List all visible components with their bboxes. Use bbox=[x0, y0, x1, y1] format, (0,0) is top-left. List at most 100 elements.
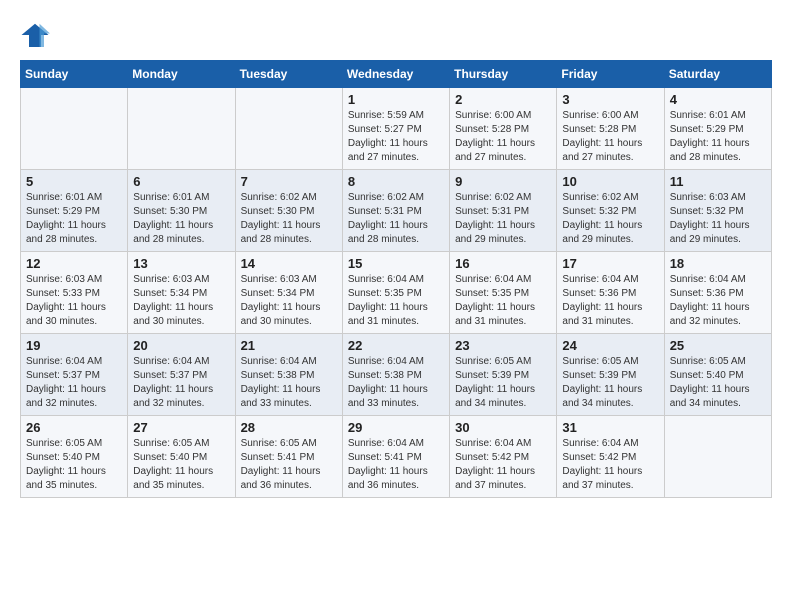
day-info: Sunrise: 6:02 AM Sunset: 5:31 PM Dayligh… bbox=[348, 191, 444, 247]
calendar-cell: 26Sunrise: 6:05 AM Sunset: 5:40 PM Dayli… bbox=[21, 416, 128, 498]
day-info: Sunrise: 6:03 AM Sunset: 5:34 PM Dayligh… bbox=[133, 273, 229, 329]
day-number: 20 bbox=[133, 338, 229, 353]
calendar-cell: 4 Sunrise: 6:01 AM Sunset: 5:29 PM Daylig… bbox=[664, 88, 771, 170]
day-number: 16 bbox=[455, 256, 551, 271]
day-number: 27 bbox=[133, 420, 229, 435]
calendar-cell: 15 Sunrise: 6:04 AM Sunset: 5:35 PM Dayli… bbox=[342, 252, 449, 334]
column-header-thursday: Thursday bbox=[450, 61, 557, 88]
day-number: 7 bbox=[241, 174, 337, 189]
calendar-cell: 17Sunrise: 6:04 AM Sunset: 5:36 PM Dayli… bbox=[557, 252, 664, 334]
day-number: 13 bbox=[133, 256, 229, 271]
calendar-cell: 9 Sunrise: 6:02 AM Sunset: 5:31 PM Daylig… bbox=[450, 170, 557, 252]
column-header-monday: Monday bbox=[128, 61, 235, 88]
column-header-tuesday: Tuesday bbox=[235, 61, 342, 88]
day-info: Sunrise: 6:01 AM Sunset: 5:29 PM Dayligh… bbox=[670, 109, 766, 165]
calendar-cell: 27Sunrise: 6:05 AM Sunset: 5:40 PM Dayli… bbox=[128, 416, 235, 498]
day-number: 11 bbox=[670, 174, 766, 189]
day-info: Sunrise: 6:03 AM Sunset: 5:32 PM Dayligh… bbox=[670, 191, 766, 247]
day-info: Sunrise: 6:04 AM Sunset: 5:42 PM Dayligh… bbox=[562, 437, 658, 493]
calendar-cell: 24 Sunrise: 6:05 AM Sunset: 5:39 PM Dayli… bbox=[557, 334, 664, 416]
calendar-cell: 22 Sunrise: 6:04 AM Sunset: 5:38 PM Dayli… bbox=[342, 334, 449, 416]
calendar-cell: 31 Sunrise: 6:04 AM Sunset: 5:42 PM Dayli… bbox=[557, 416, 664, 498]
calendar-cell: 18 Sunrise: 6:04 AM Sunset: 5:36 PM Dayli… bbox=[664, 252, 771, 334]
day-info: Sunrise: 6:04 AM Sunset: 5:37 PM Dayligh… bbox=[26, 355, 122, 411]
day-info: Sunrise: 6:04 AM Sunset: 5:36 PM Dayligh… bbox=[670, 273, 766, 329]
calendar-cell: 11 Sunrise: 6:03 AM Sunset: 5:32 PM Dayli… bbox=[664, 170, 771, 252]
day-info: Sunrise: 6:03 AM Sunset: 5:33 PM Dayligh… bbox=[26, 273, 122, 329]
week-row-5: 26Sunrise: 6:05 AM Sunset: 5:40 PM Dayli… bbox=[21, 416, 772, 498]
day-number: 18 bbox=[670, 256, 766, 271]
calendar-cell: 21 Sunrise: 6:04 AM Sunset: 5:38 PM Dayli… bbox=[235, 334, 342, 416]
day-number: 15 bbox=[348, 256, 444, 271]
day-number: 30 bbox=[455, 420, 551, 435]
day-info: Sunrise: 6:04 AM Sunset: 5:38 PM Dayligh… bbox=[241, 355, 337, 411]
day-number: 23 bbox=[455, 338, 551, 353]
day-info: Sunrise: 6:05 AM Sunset: 5:39 PM Dayligh… bbox=[455, 355, 551, 411]
day-number: 26 bbox=[26, 420, 122, 435]
calendar-cell bbox=[21, 88, 128, 170]
day-number: 9 bbox=[455, 174, 551, 189]
calendar-cell: 28 Sunrise: 6:05 AM Sunset: 5:41 PM Dayli… bbox=[235, 416, 342, 498]
day-info: Sunrise: 6:04 AM Sunset: 5:35 PM Dayligh… bbox=[455, 273, 551, 329]
column-header-wednesday: Wednesday bbox=[342, 61, 449, 88]
column-header-friday: Friday bbox=[557, 61, 664, 88]
day-number: 10 bbox=[562, 174, 658, 189]
logo bbox=[20, 20, 54, 50]
calendar-cell: 16 Sunrise: 6:04 AM Sunset: 5:35 PM Dayli… bbox=[450, 252, 557, 334]
column-header-saturday: Saturday bbox=[664, 61, 771, 88]
day-info: Sunrise: 6:02 AM Sunset: 5:31 PM Dayligh… bbox=[455, 191, 551, 247]
week-row-2: 5 Sunrise: 6:01 AM Sunset: 5:29 PM Daylig… bbox=[21, 170, 772, 252]
day-number: 22 bbox=[348, 338, 444, 353]
day-number: 5 bbox=[26, 174, 122, 189]
day-number: 2 bbox=[455, 92, 551, 107]
column-header-sunday: Sunday bbox=[21, 61, 128, 88]
calendar-cell: 19 Sunrise: 6:04 AM Sunset: 5:37 PM Dayli… bbox=[21, 334, 128, 416]
day-info: Sunrise: 6:01 AM Sunset: 5:29 PM Dayligh… bbox=[26, 191, 122, 247]
day-info: Sunrise: 6:04 AM Sunset: 5:35 PM Dayligh… bbox=[348, 273, 444, 329]
day-number: 31 bbox=[562, 420, 658, 435]
calendar-cell: 10 Sunrise: 6:02 AM Sunset: 5:32 PM Dayli… bbox=[557, 170, 664, 252]
day-info: Sunrise: 6:04 AM Sunset: 5:41 PM Dayligh… bbox=[348, 437, 444, 493]
calendar-cell: 25Sunrise: 6:05 AM Sunset: 5:40 PM Dayli… bbox=[664, 334, 771, 416]
calendar-header-row: SundayMondayTuesdayWednesdayThursdayFrid… bbox=[21, 61, 772, 88]
day-number: 4 bbox=[670, 92, 766, 107]
calendar-cell: 30 Sunrise: 6:04 AM Sunset: 5:42 PM Dayli… bbox=[450, 416, 557, 498]
calendar-table: SundayMondayTuesdayWednesdayThursdayFrid… bbox=[20, 60, 772, 498]
calendar-cell: 12 Sunrise: 6:03 AM Sunset: 5:33 PM Dayli… bbox=[21, 252, 128, 334]
day-number: 8 bbox=[348, 174, 444, 189]
day-info: Sunrise: 6:04 AM Sunset: 5:42 PM Dayligh… bbox=[455, 437, 551, 493]
day-info: Sunrise: 6:03 AM Sunset: 5:34 PM Dayligh… bbox=[241, 273, 337, 329]
calendar-cell bbox=[235, 88, 342, 170]
calendar-body: 1Sunrise: 5:59 AM Sunset: 5:27 PM Daylig… bbox=[21, 88, 772, 498]
day-info: Sunrise: 6:01 AM Sunset: 5:30 PM Dayligh… bbox=[133, 191, 229, 247]
calendar-cell: 6 Sunrise: 6:01 AM Sunset: 5:30 PM Daylig… bbox=[128, 170, 235, 252]
calendar-cell: 20 Sunrise: 6:04 AM Sunset: 5:37 PM Dayli… bbox=[128, 334, 235, 416]
day-info: Sunrise: 6:02 AM Sunset: 5:30 PM Dayligh… bbox=[241, 191, 337, 247]
day-info: Sunrise: 6:05 AM Sunset: 5:41 PM Dayligh… bbox=[241, 437, 337, 493]
day-number: 14 bbox=[241, 256, 337, 271]
day-info: Sunrise: 6:02 AM Sunset: 5:32 PM Dayligh… bbox=[562, 191, 658, 247]
day-number: 12 bbox=[26, 256, 122, 271]
day-number: 6 bbox=[133, 174, 229, 189]
day-number: 3 bbox=[562, 92, 658, 107]
day-info: Sunrise: 6:04 AM Sunset: 5:37 PM Dayligh… bbox=[133, 355, 229, 411]
calendar-cell: 3 Sunrise: 6:00 AM Sunset: 5:28 PM Daylig… bbox=[557, 88, 664, 170]
day-info: Sunrise: 6:04 AM Sunset: 5:38 PM Dayligh… bbox=[348, 355, 444, 411]
day-number: 21 bbox=[241, 338, 337, 353]
day-number: 28 bbox=[241, 420, 337, 435]
day-number: 24 bbox=[562, 338, 658, 353]
week-row-1: 1Sunrise: 5:59 AM Sunset: 5:27 PM Daylig… bbox=[21, 88, 772, 170]
calendar-cell: 2Sunrise: 6:00 AM Sunset: 5:28 PM Daylig… bbox=[450, 88, 557, 170]
day-info: Sunrise: 6:00 AM Sunset: 5:28 PM Dayligh… bbox=[562, 109, 658, 165]
day-number: 19 bbox=[26, 338, 122, 353]
calendar-cell: 8 Sunrise: 6:02 AM Sunset: 5:31 PM Daylig… bbox=[342, 170, 449, 252]
week-row-3: 12 Sunrise: 6:03 AM Sunset: 5:33 PM Dayli… bbox=[21, 252, 772, 334]
day-number: 29 bbox=[348, 420, 444, 435]
day-info: Sunrise: 5:59 AM Sunset: 5:27 PM Dayligh… bbox=[348, 109, 444, 165]
logo-icon bbox=[20, 20, 50, 50]
day-info: Sunrise: 6:05 AM Sunset: 5:39 PM Dayligh… bbox=[562, 355, 658, 411]
week-row-4: 19 Sunrise: 6:04 AM Sunset: 5:37 PM Dayli… bbox=[21, 334, 772, 416]
day-number: 25 bbox=[670, 338, 766, 353]
calendar-cell: 13 Sunrise: 6:03 AM Sunset: 5:34 PM Dayli… bbox=[128, 252, 235, 334]
calendar-cell: 14 Sunrise: 6:03 AM Sunset: 5:34 PM Dayli… bbox=[235, 252, 342, 334]
